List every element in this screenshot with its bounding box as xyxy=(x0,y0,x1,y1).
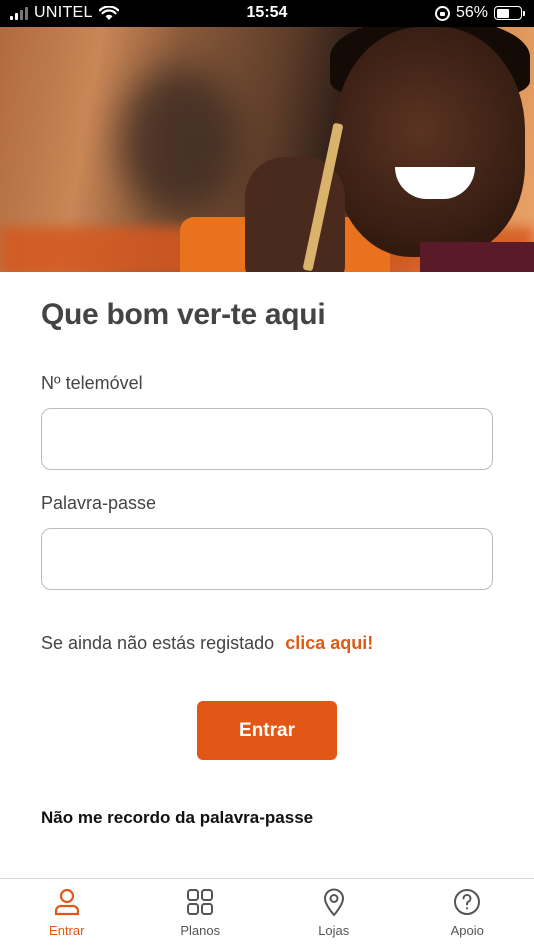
phone-input[interactable] xyxy=(41,408,493,470)
password-input[interactable] xyxy=(41,528,493,590)
nav-label-entrar: Entrar xyxy=(49,923,85,938)
user-icon xyxy=(54,888,79,916)
battery-fill xyxy=(496,8,510,18)
nav-label-apoio: Apoio xyxy=(450,923,484,938)
rotation-lock-icon xyxy=(434,5,450,21)
nav-item-entrar[interactable]: Entrar xyxy=(0,879,134,950)
bottom-nav: Entrar Planos Lojas Apoio xyxy=(0,878,534,950)
hero-image xyxy=(0,27,534,272)
battery-icon xyxy=(494,6,525,20)
forgot-password-link[interactable]: Não me recordo da palavra-passe xyxy=(41,808,313,828)
register-link[interactable]: clica aqui! xyxy=(285,633,373,653)
password-label: Palavra-passe xyxy=(41,493,157,513)
grid-icon xyxy=(187,889,214,915)
page-title: Que bom ver-te aqui xyxy=(41,298,326,331)
location-pin-icon xyxy=(323,888,344,917)
register-prompt: Se ainda não estás registado clica aqui! xyxy=(41,633,373,654)
nav-item-lojas[interactable]: Lojas xyxy=(267,879,401,950)
battery-percent: 56% xyxy=(455,4,488,21)
nav-item-apoio[interactable]: Apoio xyxy=(401,879,534,950)
status-bar: UNITEL 15:54 56% xyxy=(0,0,534,27)
nav-label-planos: Planos xyxy=(180,923,221,938)
login-button[interactable]: Entrar xyxy=(197,701,337,760)
register-text: Se ainda não estás registado xyxy=(41,633,275,653)
phone-label: Nº telemóvel xyxy=(41,373,143,393)
nav-label-lojas: Lojas xyxy=(318,923,350,938)
nav-item-planos[interactable]: Planos xyxy=(134,879,268,950)
status-right: 56% xyxy=(434,4,525,22)
help-circle-icon xyxy=(454,889,481,915)
